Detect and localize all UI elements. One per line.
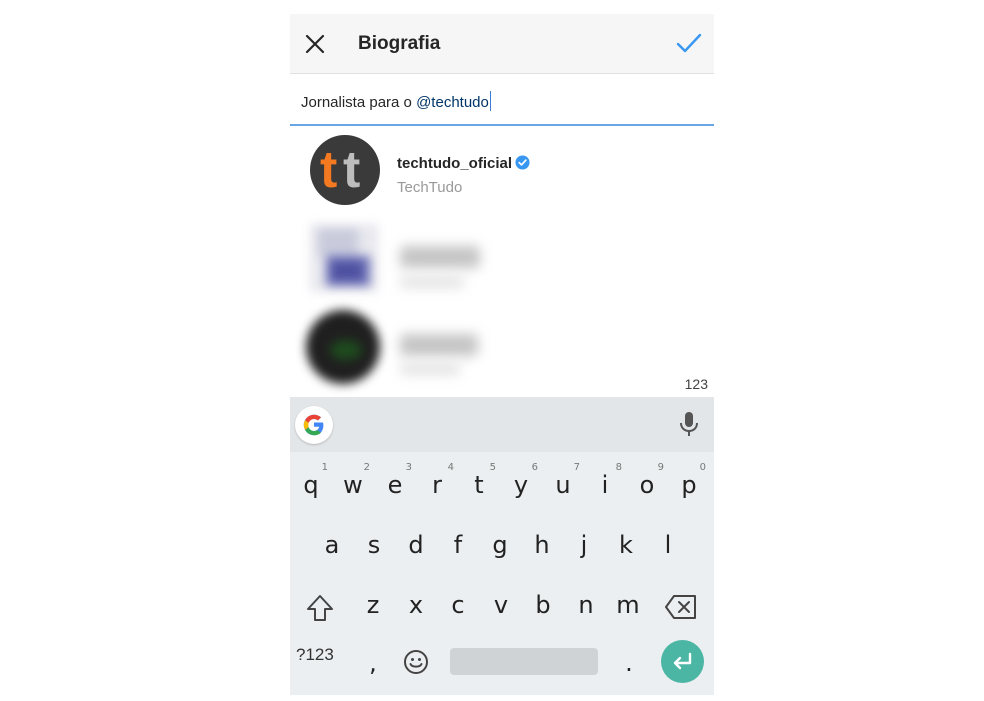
verified-badge-icon	[515, 155, 530, 174]
key-k[interactable]: k	[605, 520, 647, 570]
keyboard: q1 w2 e3 r4 t5 y6 u7 i8 o9 p0 a s d f g …	[290, 397, 714, 695]
key-h[interactable]: h	[521, 520, 563, 570]
key-label: u	[555, 471, 571, 499]
key-hint: 4	[447, 462, 454, 473]
key-g[interactable]: g	[479, 520, 521, 570]
blurred-username	[400, 246, 480, 268]
key-p[interactable]: p0	[668, 460, 710, 510]
backspace-icon[interactable]	[664, 593, 698, 621]
key-m[interactable]: m	[607, 580, 649, 630]
avatar-letter-gray: t	[343, 141, 361, 199]
text-caret	[489, 91, 492, 111]
key-label: q	[303, 471, 319, 499]
google-icon[interactable]	[295, 406, 333, 444]
key-label: r	[432, 471, 442, 499]
period-key[interactable]: .	[608, 638, 650, 688]
blurred-fullname	[400, 276, 464, 288]
key-c[interactable]: c	[437, 580, 479, 630]
key-e[interactable]: e3	[374, 460, 416, 510]
key-hint: 1	[321, 462, 328, 473]
key-hint: 7	[573, 462, 580, 473]
symbols-key[interactable]: ?123	[296, 645, 334, 665]
bio-text-prefix: Jornalista para o	[301, 94, 417, 111]
key-hint: 2	[363, 462, 370, 473]
key-f[interactable]: f	[437, 520, 479, 570]
key-hint: 3	[405, 462, 412, 473]
key-o[interactable]: o9	[626, 460, 668, 510]
key-hint: 0	[699, 462, 706, 473]
key-y[interactable]: y6	[500, 460, 542, 510]
key-hint: 6	[531, 462, 538, 473]
bio-input[interactable]: Jornalista para o @techtudo	[290, 74, 714, 126]
close-icon[interactable]	[304, 33, 326, 55]
blurred-avatar	[310, 224, 378, 292]
avatar: t t	[310, 135, 380, 205]
enter-icon[interactable]	[661, 640, 704, 683]
key-d[interactable]: d	[395, 520, 437, 570]
blurred-username	[400, 334, 478, 356]
key-v[interactable]: v	[480, 580, 522, 630]
key-x[interactable]: x	[395, 580, 437, 630]
character-counter: 123	[684, 376, 708, 392]
key-s[interactable]: s	[353, 520, 395, 570]
key-label: y	[513, 471, 529, 499]
key-b[interactable]: b	[522, 580, 564, 630]
key-l[interactable]: l	[647, 520, 689, 570]
header-bar: Biografia	[290, 14, 714, 74]
comma-key[interactable]: ,	[352, 638, 394, 688]
blurred-avatar	[306, 310, 380, 384]
key-t[interactable]: t5	[458, 460, 500, 510]
key-u[interactable]: u7	[542, 460, 584, 510]
suggestion-fullname: TechTudo	[397, 179, 463, 196]
key-n[interactable]: n	[565, 580, 607, 630]
space-key[interactable]	[450, 648, 598, 675]
page-title: Biografia	[358, 33, 441, 54]
phone-screen: Biografia Jornalista para o @techtudo t …	[290, 14, 714, 695]
suggestion-item-blurred[interactable]	[290, 308, 714, 388]
suggestion-username: techtudo_oficial	[397, 155, 530, 174]
emoji-icon[interactable]	[403, 649, 429, 675]
key-w[interactable]: w2	[332, 460, 374, 510]
key-hint: 5	[489, 462, 496, 473]
suggestion-item-blurred[interactable]	[290, 220, 714, 300]
key-q[interactable]: q1	[290, 460, 332, 510]
key-label: i	[601, 471, 609, 499]
key-hint: 8	[615, 462, 622, 473]
bio-mention: @techtudo	[416, 94, 489, 111]
key-hint: 9	[657, 462, 664, 473]
key-label: o	[639, 471, 655, 499]
key-j[interactable]: j	[563, 520, 605, 570]
checkmark-icon[interactable]	[676, 31, 702, 55]
key-a[interactable]: a	[311, 520, 353, 570]
keyboard-suggestion-bar	[290, 397, 714, 452]
mention-suggestions-list: t t techtudo_oficial TechTudo	[290, 126, 714, 398]
shift-icon[interactable]	[302, 590, 338, 626]
key-label: w	[343, 471, 363, 499]
avatar-letter-orange: t	[320, 141, 338, 199]
suggestion-username-text: techtudo_oficial	[397, 155, 513, 172]
key-label: e	[387, 471, 403, 499]
key-r[interactable]: r4	[416, 460, 458, 510]
key-label: t	[474, 471, 484, 499]
key-i[interactable]: i8	[584, 460, 626, 510]
key-z[interactable]: z	[352, 580, 394, 630]
key-label: p	[681, 471, 697, 499]
bio-input-text: Jornalista para o @techtudo	[301, 91, 492, 111]
blurred-fullname	[400, 363, 460, 375]
suggestion-item-techtudo[interactable]: t t techtudo_oficial TechTudo	[290, 132, 714, 212]
mic-icon[interactable]	[674, 409, 704, 441]
